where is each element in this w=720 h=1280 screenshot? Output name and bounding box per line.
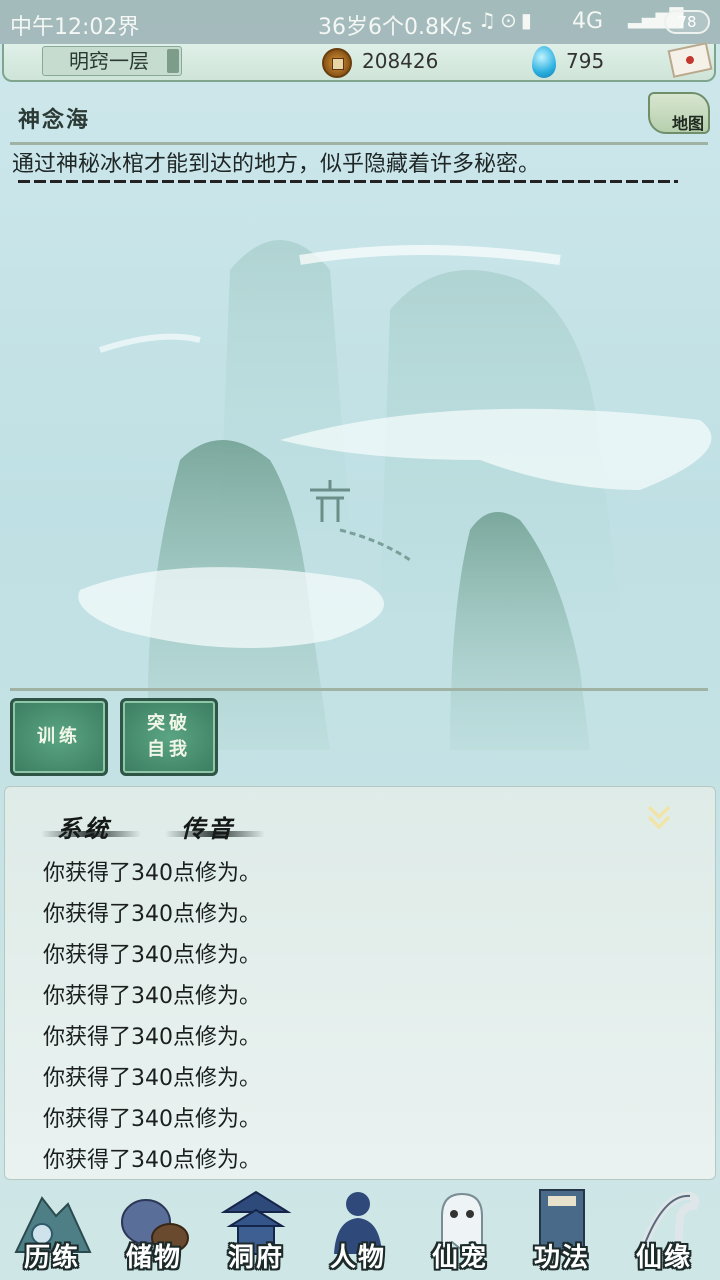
list-item: 你获得了340点修为。 (43, 1025, 261, 1050)
tab-voice-transmission[interactable]: 传音 (181, 809, 235, 844)
list-item: 你获得了340点修为。 (43, 902, 261, 927)
map-button[interactable]: 地图 (648, 92, 710, 134)
copper-coin-icon (322, 48, 352, 78)
nav-immortal-fate[interactable]: 仙缘 (614, 1182, 714, 1280)
tab-system[interactable]: 系统 (57, 809, 111, 844)
bottom-navigation: 历练 储物 洞府 人物 仙宠 功法 仙缘 (0, 1182, 720, 1280)
network-type: 4G (572, 9, 604, 34)
location-title: 神念海 (18, 107, 91, 133)
status-icons: ♫⊙▮ (478, 8, 536, 32)
mountain-scenery-illustration (78, 240, 712, 750)
nav-storage-label: 储物 (125, 1243, 182, 1273)
map-button-label: 地图 (671, 114, 704, 133)
battery-icon: 78 (664, 10, 710, 34)
nav-spirit-pet-label: 仙宠 (431, 1243, 488, 1273)
nav-techniques-label: 功法 (533, 1243, 590, 1273)
breakthrough-button[interactable]: 突破 自我 (120, 698, 218, 776)
list-item: 你获得了340点修为。 (43, 861, 261, 886)
nav-cave-dwelling-label: 洞府 (227, 1243, 284, 1273)
location-description: 通过神秘冰棺才能到达的地方，似乎隐藏着许多秘密。 (12, 152, 541, 177)
nav-storage[interactable]: 储物 (104, 1182, 204, 1280)
train-button[interactable]: 训练 (10, 698, 108, 776)
nav-character-label: 人物 (329, 1243, 386, 1273)
list-item: 你获得了340点修为。 (43, 1148, 261, 1173)
list-item: 你获得了340点修为。 (43, 984, 261, 1009)
nav-cave-dwelling[interactable]: 洞府 (206, 1182, 306, 1280)
nav-character[interactable]: 人物 (308, 1182, 408, 1280)
train-button-label: 训练 (37, 726, 81, 747)
nav-immortal-fate-label: 仙缘 (635, 1243, 692, 1273)
divider-bottom (10, 688, 708, 691)
alarm-icon: ⊙ (499, 8, 521, 32)
dashed-divider (18, 180, 678, 183)
signal-icon: ▮ (520, 8, 536, 32)
mail-icon[interactable] (667, 42, 713, 78)
realm-level[interactable]: 明窍一层 (42, 46, 182, 76)
nav-training[interactable]: 历练 (2, 1182, 102, 1280)
nav-training-label: 历练 (23, 1243, 80, 1273)
breakthrough-button-label: 突破 自我 (147, 713, 191, 760)
message-list: 你获得了340点修为。 你获得了340点修为。 你获得了340点修为。 你获得了… (43, 857, 261, 1185)
status-network-info: 36岁6个0.8K/s (318, 15, 473, 40)
double-chevron-down-icon[interactable] (643, 801, 675, 833)
list-item: 你获得了340点修为。 (43, 943, 261, 968)
copper-coin-count: 208426 (362, 49, 439, 73)
bell-icon: ♫ (478, 8, 500, 32)
list-item: 你获得了340点修为。 (43, 1107, 261, 1132)
status-bar: 中午12:02界 36岁6个0.8K/s ♫⊙▮ 4G ▂▄▆█ 78 (0, 0, 720, 44)
message-panel: 系统 传音 你获得了340点修为。 你获得了340点修为。 你获得了340点修为… (4, 786, 716, 1180)
divider-top (10, 142, 708, 145)
spirit-stone-icon (532, 46, 556, 78)
spirit-stone-count: 795 (566, 49, 605, 73)
list-item: 你获得了340点修为。 (43, 1066, 261, 1091)
nav-techniques[interactable]: 功法 (512, 1182, 612, 1280)
status-time: 中午12:02界 (10, 15, 140, 40)
nav-spirit-pet[interactable]: 仙宠 (410, 1182, 510, 1280)
resource-bar: 明窍一层 208426 795 (2, 42, 716, 82)
